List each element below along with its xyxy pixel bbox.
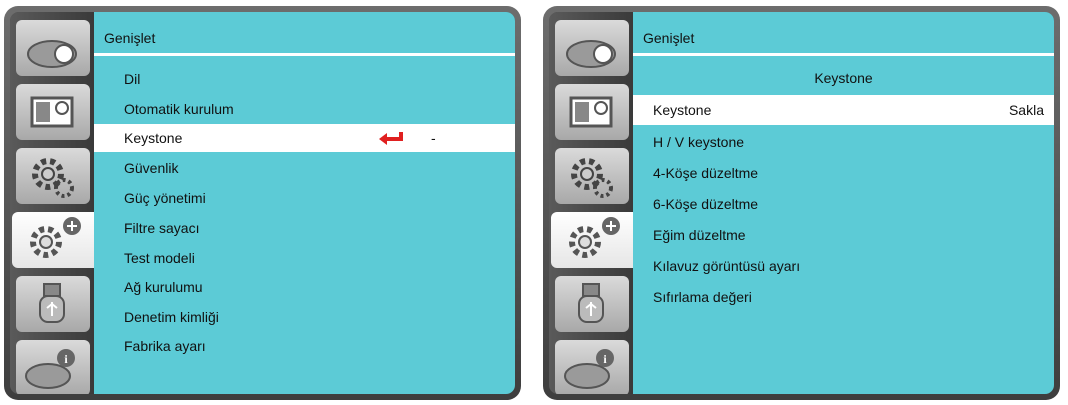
keystone-menu-panel: i Genişlet Keystone Keystone Sakla H / V…	[543, 6, 1060, 400]
menu-item-sifirlama-degeri[interactable]: Sıfırlama değeri	[633, 282, 1054, 312]
projector-icon	[27, 40, 77, 68]
sidebar-tab-settings[interactable]	[16, 148, 90, 204]
menu-item-label: Otomatik kurulum	[124, 101, 234, 117]
info-icon: i	[25, 349, 75, 389]
expand-settings-icon	[30, 217, 81, 258]
menu-item-label: Sıfırlama değeri	[653, 289, 752, 305]
menu-item-fabrika-ayari[interactable]: Fabrika ayarı	[94, 332, 515, 360]
image-adjust-icon	[569, 96, 613, 128]
sidebar-tab-projector[interactable]	[555, 20, 629, 76]
image-adjust-icon	[30, 96, 74, 128]
menu-item-test-modeli[interactable]: Test modeli	[94, 244, 515, 272]
category-sidebar: i	[10, 12, 94, 394]
menu-item-guvenlik[interactable]: Güvenlik	[94, 154, 515, 182]
settings-gear-icon	[32, 158, 74, 198]
menu-item-label: Fabrika ayarı	[124, 338, 206, 354]
menu-item-hv-keystone[interactable]: H / V keystone	[633, 127, 1054, 157]
menu-item-label: Güvenlik	[124, 160, 179, 176]
expand-menu-panel: i Genişlet Dil Otomatik kurulum Keystone…	[4, 6, 521, 400]
keystone-value[interactable]: Sakla	[1009, 95, 1044, 125]
info-icon: i	[564, 349, 614, 389]
submenu-title: Keystone	[814, 70, 873, 86]
menu-item-label: H / V keystone	[653, 134, 745, 150]
menu-item-label: Denetim kimliği	[124, 309, 219, 325]
menu-item-ag-kurulumu[interactable]: Ağ kurulumu	[94, 273, 515, 301]
menu-title: Genişlet	[104, 30, 156, 46]
category-sidebar: i	[549, 12, 633, 394]
menu-item-keystone[interactable]: Keystone Sakla	[633, 95, 1054, 125]
menu-item-denetim-kimligi[interactable]: Denetim kimliği	[94, 303, 515, 331]
menu-item-filtre-sayaci[interactable]: Filtre sayacı	[94, 214, 515, 242]
sidebar-tab-usb[interactable]	[555, 276, 629, 332]
usb-icon	[578, 283, 604, 323]
menu-item-label: Ağ kurulumu	[124, 279, 203, 295]
keystone-value: -	[431, 130, 436, 146]
title-divider	[633, 53, 1054, 56]
menu-item-egim-duzeltme[interactable]: Eğim düzeltme	[633, 220, 1054, 250]
sidebar-tab-expand[interactable]	[12, 212, 94, 268]
menu-item-label: Kılavuz görüntüsü ayarı	[653, 258, 801, 274]
menu-item-guc-yonetimi[interactable]: Güç yönetimi	[94, 184, 515, 212]
menu-item-6-kose-duzeltme[interactable]: 6-Köşe düzeltme	[633, 189, 1054, 219]
menu-item-label: 6-Köşe düzeltme	[653, 196, 759, 212]
menu-item-label: 4-Köşe düzeltme	[653, 165, 759, 181]
menu-item-kilavuz-goruntusu-ayari[interactable]: Kılavuz görüntüsü ayarı	[633, 251, 1054, 281]
sidebar-tab-expand[interactable]	[551, 212, 633, 268]
menu-item-label: Keystone	[653, 102, 712, 118]
projector-icon	[566, 40, 616, 68]
sidebar-tab-info[interactable]: i	[555, 340, 629, 394]
menu-item-label: Filtre sayacı	[124, 220, 200, 236]
menu-item-4-kose-duzeltme[interactable]: 4-Köşe düzeltme	[633, 158, 1054, 188]
settings-gear-icon	[571, 158, 613, 198]
sidebar-tab-image[interactable]	[555, 84, 629, 140]
menu-item-label: Eğim düzeltme	[653, 227, 746, 243]
menu-item-label: Test modeli	[124, 250, 195, 266]
sidebar-tab-image[interactable]	[16, 84, 90, 140]
enter-arrow-icon	[379, 132, 403, 145]
menu-item-label: Dil	[124, 71, 141, 87]
title-divider	[94, 53, 515, 56]
expand-settings-icon	[569, 217, 620, 258]
menu-item-otomatik-kurulum[interactable]: Otomatik kurulum	[94, 95, 515, 123]
menu-area: Genişlet Dil Otomatik kurulum Keystone -…	[94, 12, 515, 394]
sidebar-tab-settings[interactable]	[555, 148, 629, 204]
menu-item-label: Keystone	[124, 130, 183, 146]
sidebar-tab-usb[interactable]	[16, 276, 90, 332]
menu-item-dil[interactable]: Dil	[94, 65, 515, 93]
sidebar-tab-projector[interactable]	[16, 20, 90, 76]
usb-icon	[39, 283, 65, 323]
menu-title: Genişlet	[643, 30, 695, 46]
sidebar-tab-info[interactable]: i	[16, 340, 90, 394]
menu-item-keystone[interactable]: Keystone -	[94, 124, 515, 152]
menu-area: Genişlet Keystone Keystone Sakla H / V k…	[633, 12, 1054, 394]
menu-item-label: Güç yönetimi	[124, 190, 206, 206]
